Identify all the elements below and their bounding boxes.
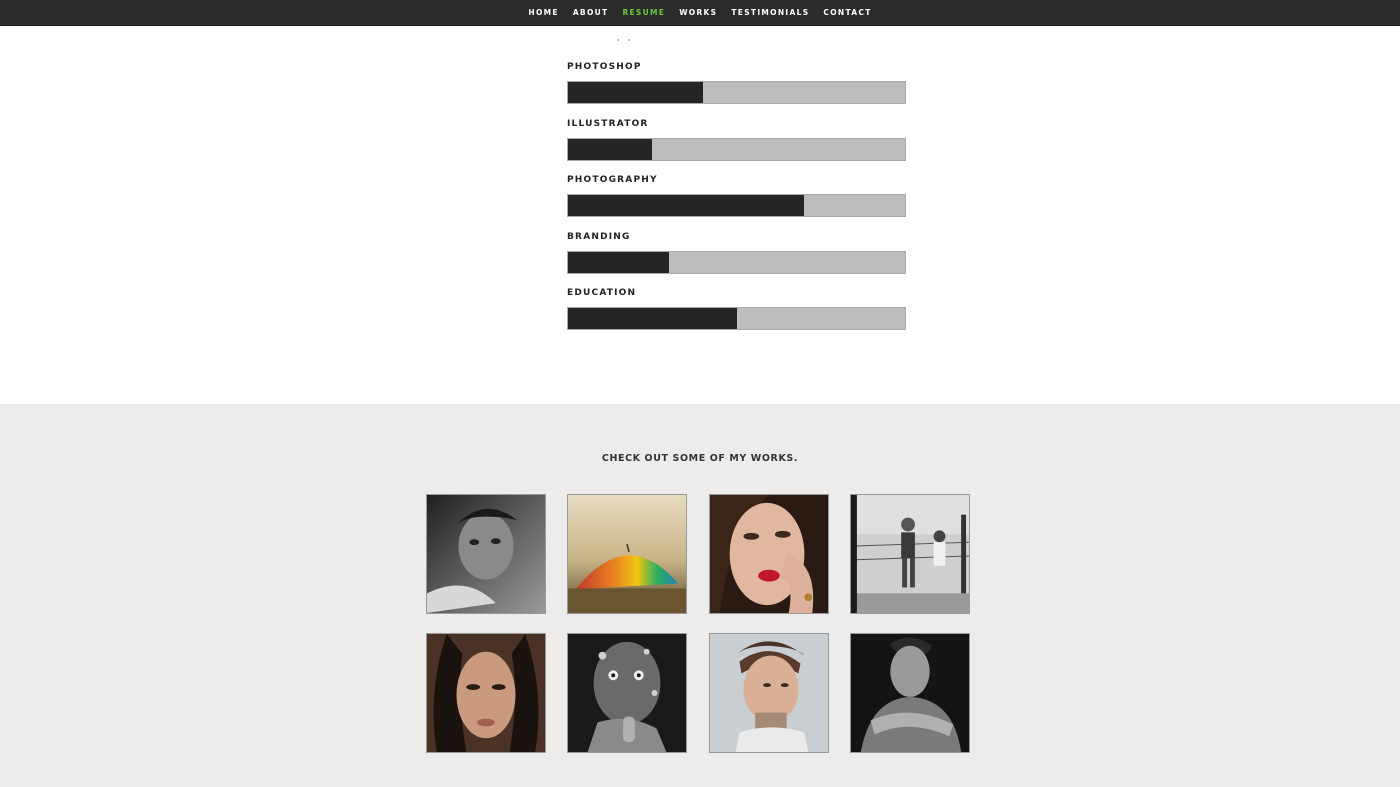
nav-item-contact[interactable]: CONTACT bbox=[816, 8, 878, 17]
nav-item-home[interactable]: HOME bbox=[521, 8, 565, 17]
man-tattoo-neck-image bbox=[710, 634, 828, 752]
bw-boy-portrait-image bbox=[427, 495, 545, 613]
skill-bar bbox=[567, 137, 906, 161]
divider-dots bbox=[617, 39, 631, 42]
skill-illustrator: ILLUSTRATOR bbox=[567, 117, 907, 174]
nav-item-about[interactable]: ABOUT bbox=[566, 8, 616, 17]
work-thumb-painted-child[interactable] bbox=[567, 633, 687, 753]
nav-item-testimonials[interactable]: TESTIMONIALS bbox=[724, 8, 816, 17]
woman-portrait-image bbox=[427, 634, 545, 752]
work-thumb-bw-young-man[interactable] bbox=[850, 633, 970, 753]
bw-young-man-image bbox=[851, 634, 969, 752]
skill-branding: BRANDING bbox=[567, 230, 907, 287]
skill-bar-fill bbox=[568, 308, 737, 330]
skill-bar bbox=[567, 81, 906, 104]
work-thumb-woman-portrait[interactable] bbox=[426, 633, 546, 753]
skill-bar-fill bbox=[568, 138, 653, 160]
skill-label: PHOTOGRAPHY bbox=[567, 175, 658, 186]
works-title: CHECK OUT SOME OF MY WORKS. bbox=[601, 453, 799, 464]
work-thumb-boxing-kids[interactable] bbox=[850, 494, 970, 614]
top-navigation: HOME ABOUT RESUME WORKS TESTIMONIALS CON… bbox=[0, 0, 1400, 26]
skill-bar-fill bbox=[568, 82, 703, 103]
skill-photoshop: PHOTOSHOP bbox=[567, 60, 907, 117]
boxing-kids-image bbox=[851, 495, 969, 613]
skill-label: EDUCATION bbox=[567, 288, 637, 299]
work-thumb-bw-boy-portrait[interactable] bbox=[426, 494, 546, 614]
skill-bar bbox=[567, 250, 906, 274]
work-thumb-rainbow-umbrella[interactable] bbox=[567, 494, 687, 614]
skill-label: PHOTOSHOP bbox=[567, 62, 642, 72]
skill-label: ILLUSTRATOR bbox=[567, 118, 649, 129]
painted-child-image bbox=[568, 634, 686, 752]
rainbow-umbrella-image bbox=[568, 495, 686, 613]
skill-bar bbox=[567, 307, 906, 331]
nav-item-works[interactable]: WORKS bbox=[672, 8, 724, 17]
work-thumb-woman-red-lips[interactable] bbox=[709, 494, 829, 614]
nav-item-resume[interactable]: RESUME bbox=[615, 8, 672, 17]
nav-menu: HOME ABOUT RESUME WORKS TESTIMONIALS CON… bbox=[521, 8, 878, 17]
work-thumb-man-tattoo-neck[interactable] bbox=[709, 633, 829, 753]
skill-label: BRANDING bbox=[567, 231, 631, 242]
skills-section: PHOTOSHOP ILLUSTRATOR PHOTOGRAPHY BRANDI… bbox=[567, 60, 907, 343]
skill-bar-fill bbox=[568, 251, 670, 273]
works-section: CHECK OUT SOME OF MY WORKS. bbox=[0, 404, 1400, 787]
skill-photography: PHOTOGRAPHY bbox=[567, 173, 907, 230]
skill-bar-fill bbox=[568, 195, 804, 217]
skill-education: EDUCATION bbox=[567, 286, 907, 343]
skill-bar bbox=[567, 194, 906, 218]
woman-red-lips-image bbox=[710, 495, 828, 613]
